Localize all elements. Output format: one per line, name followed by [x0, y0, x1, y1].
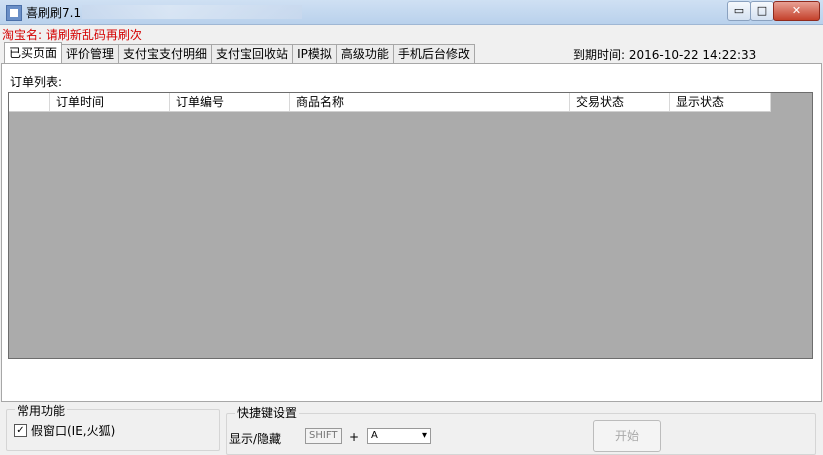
- column-order-time[interactable]: 订单时间: [50, 93, 170, 111]
- tab-ip-simulation[interactable]: IP模拟: [292, 44, 337, 63]
- window-title: 喜刷刷7.1: [26, 6, 82, 20]
- tab-alipay-recycle[interactable]: 支付宝回收站: [211, 44, 294, 63]
- fake-window-label: 假窗口(IE,火狐): [31, 424, 116, 438]
- grid-header: 订单时间 订单编号 商品名称 交易状态 显示状态: [9, 93, 771, 112]
- hotkey-settings-title: 快捷键设置: [235, 404, 300, 421]
- start-button[interactable]: 开始: [593, 420, 661, 452]
- column-trade-status[interactable]: 交易状态: [570, 93, 670, 111]
- maximize-button[interactable]: □: [750, 1, 774, 21]
- minimize-button[interactable]: ▭: [727, 1, 751, 21]
- tab-panel: 订单列表: 订单时间 订单编号 商品名称 交易状态 显示状态: [1, 63, 822, 402]
- taobao-name-label: 淘宝名: 请刷新乱码再刷次: [2, 28, 142, 42]
- tab-alipay-details[interactable]: 支付宝支付明细: [118, 44, 213, 63]
- order-list-label: 订单列表:: [10, 75, 63, 89]
- chevron-down-icon: ▾: [421, 430, 427, 441]
- row-header-column: [9, 93, 50, 111]
- app-icon: [6, 5, 22, 21]
- tab-purchased[interactable]: 已买页面: [4, 42, 63, 63]
- title-bar: 喜刷刷7.1 ▭ □ ✕: [0, 0, 823, 25]
- column-product-name[interactable]: 商品名称: [290, 93, 570, 111]
- fake-window-checkbox[interactable]: ✓: [14, 424, 27, 437]
- plus-sign: +: [349, 430, 360, 444]
- tab-reviews[interactable]: 评价管理: [61, 44, 120, 63]
- tab-mobile-backend[interactable]: 手机后台修改: [392, 44, 475, 63]
- blurred-title-region: [82, 5, 302, 19]
- order-grid[interactable]: 订单时间 订单编号 商品名称 交易状态 显示状态: [8, 92, 813, 359]
- close-button[interactable]: ✕: [773, 1, 820, 21]
- hotkey-key-select[interactable]: A ▾: [367, 428, 431, 444]
- show-hide-label: 显示/隐藏: [229, 432, 282, 446]
- tab-advanced[interactable]: 高级功能: [335, 44, 394, 63]
- column-order-id[interactable]: 订单编号: [170, 93, 290, 111]
- tab-strip: 已买页面 评价管理 支付宝支付明细 支付宝回收站 IP模拟 高级功能 手机后台修…: [4, 42, 475, 63]
- column-display-status[interactable]: 显示状态: [670, 93, 771, 111]
- hotkey-settings-group: 快捷键设置 显示/隐藏 SHIFT + A ▾ 开始: [226, 404, 816, 455]
- common-functions-group: 常用功能 ✓ 假窗口(IE,火狐): [6, 402, 220, 451]
- common-functions-title: 常用功能: [15, 402, 68, 419]
- hotkey-key-value: A: [371, 430, 378, 441]
- expiry-time: 到期时间: 2016-10-22 14:22:33: [573, 48, 757, 62]
- modifier-key-field[interactable]: SHIFT: [305, 428, 342, 444]
